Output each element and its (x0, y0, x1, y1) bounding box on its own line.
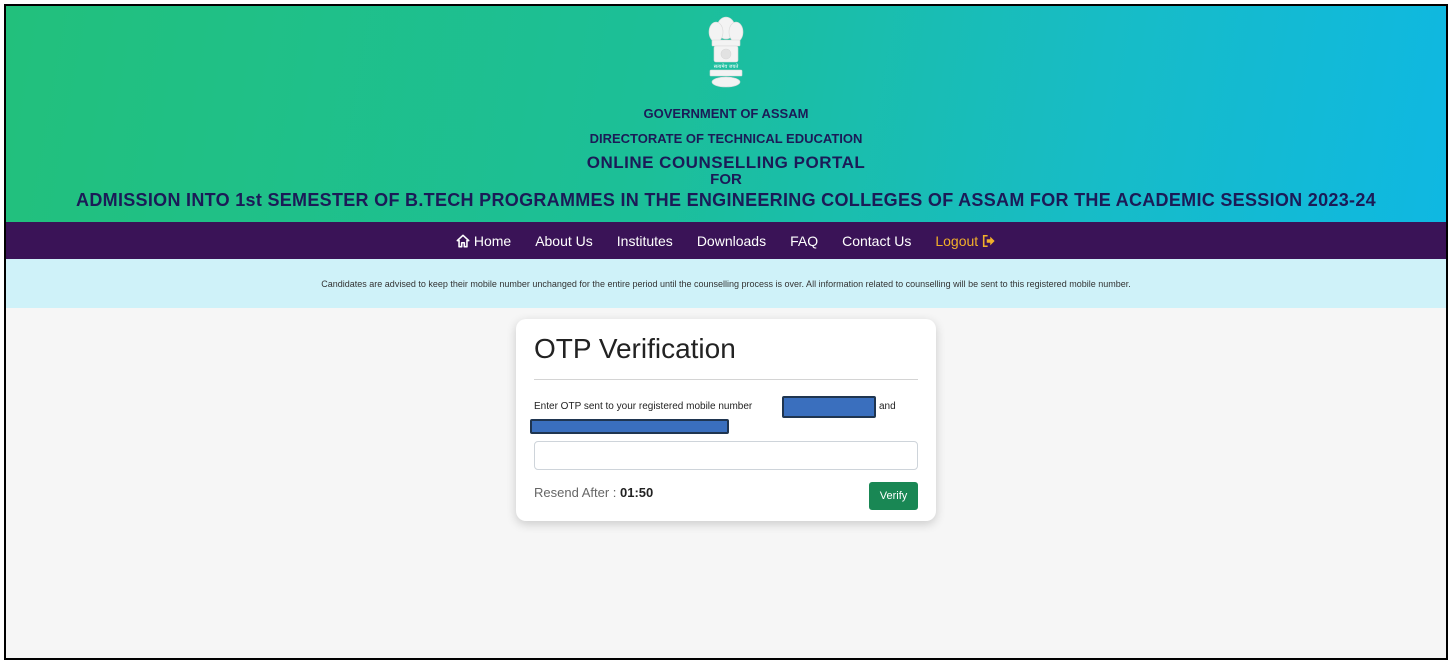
logout-icon (983, 234, 995, 247)
nav-institutes[interactable]: Institutes (605, 233, 685, 249)
verify-button[interactable]: Verify (869, 482, 918, 510)
mobile-notice-bar: Candidates are advised to keep their mob… (6, 259, 1446, 308)
nav-logout-label: Logout (935, 232, 979, 249)
header-for: FOR (710, 171, 742, 188)
nav-about-us[interactable]: About Us (523, 233, 605, 249)
nav-home-label: Home (473, 232, 512, 249)
emblem-motto: सत्यमेव जयते (714, 63, 739, 70)
header-portal-title: ONLINE COUNSELLING PORTAL (586, 153, 866, 172)
nav-institutes-label: Institutes (616, 232, 673, 249)
page-frame: सत्यमेव जयते GOVERNMENT OF ASSAM DIRECTO… (4, 4, 1448, 660)
nav-contact-us[interactable]: Contact Us (830, 233, 923, 249)
nav-downloads[interactable]: Downloads (685, 233, 778, 249)
nav-contact-us-label: Contact Us (842, 232, 912, 249)
home-icon (456, 234, 470, 247)
nav-faq-label: FAQ (790, 232, 819, 249)
otp-verification-card: OTP Verification Enter OTP sent to your … (516, 319, 936, 521)
nav-logout[interactable]: Logout (923, 233, 1008, 249)
resend-countdown: 01:50 (620, 485, 654, 500)
otp-message-and: and (879, 401, 896, 412)
state-emblem-icon: सत्यमेव जयते (708, 16, 744, 88)
header-admission-title: ADMISSION INTO 1st SEMESTER OF B.TECH PR… (76, 190, 1376, 210)
redacted-mobile-number (782, 396, 876, 418)
otp-message: Enter OTP sent to your registered mobile… (534, 401, 753, 412)
title-divider (534, 379, 918, 380)
nav-home[interactable]: Home (444, 233, 523, 249)
nav-about-us-label: About Us (535, 232, 593, 249)
nav-faq[interactable]: FAQ (778, 233, 830, 249)
nav-downloads-label: Downloads (696, 232, 767, 249)
redacted-email (530, 419, 729, 434)
header-directorate: DIRECTORATE OF TECHNICAL EDUCATION (589, 131, 863, 146)
otp-input[interactable] (534, 441, 918, 470)
main-navbar: Home About Us Institutes Downloads FAQ C… (6, 222, 1446, 259)
mobile-notice-text: Candidates are advised to keep their mob… (321, 278, 1131, 289)
resend-timer: Resend After : 01:50 (534, 485, 653, 500)
header-government: GOVERNMENT OF ASSAM (643, 106, 809, 121)
header-banner: सत्यमेव जयते GOVERNMENT OF ASSAM DIRECTO… (6, 6, 1446, 222)
resend-label: Resend After : (534, 485, 617, 500)
otp-title: OTP Verification (534, 333, 736, 364)
